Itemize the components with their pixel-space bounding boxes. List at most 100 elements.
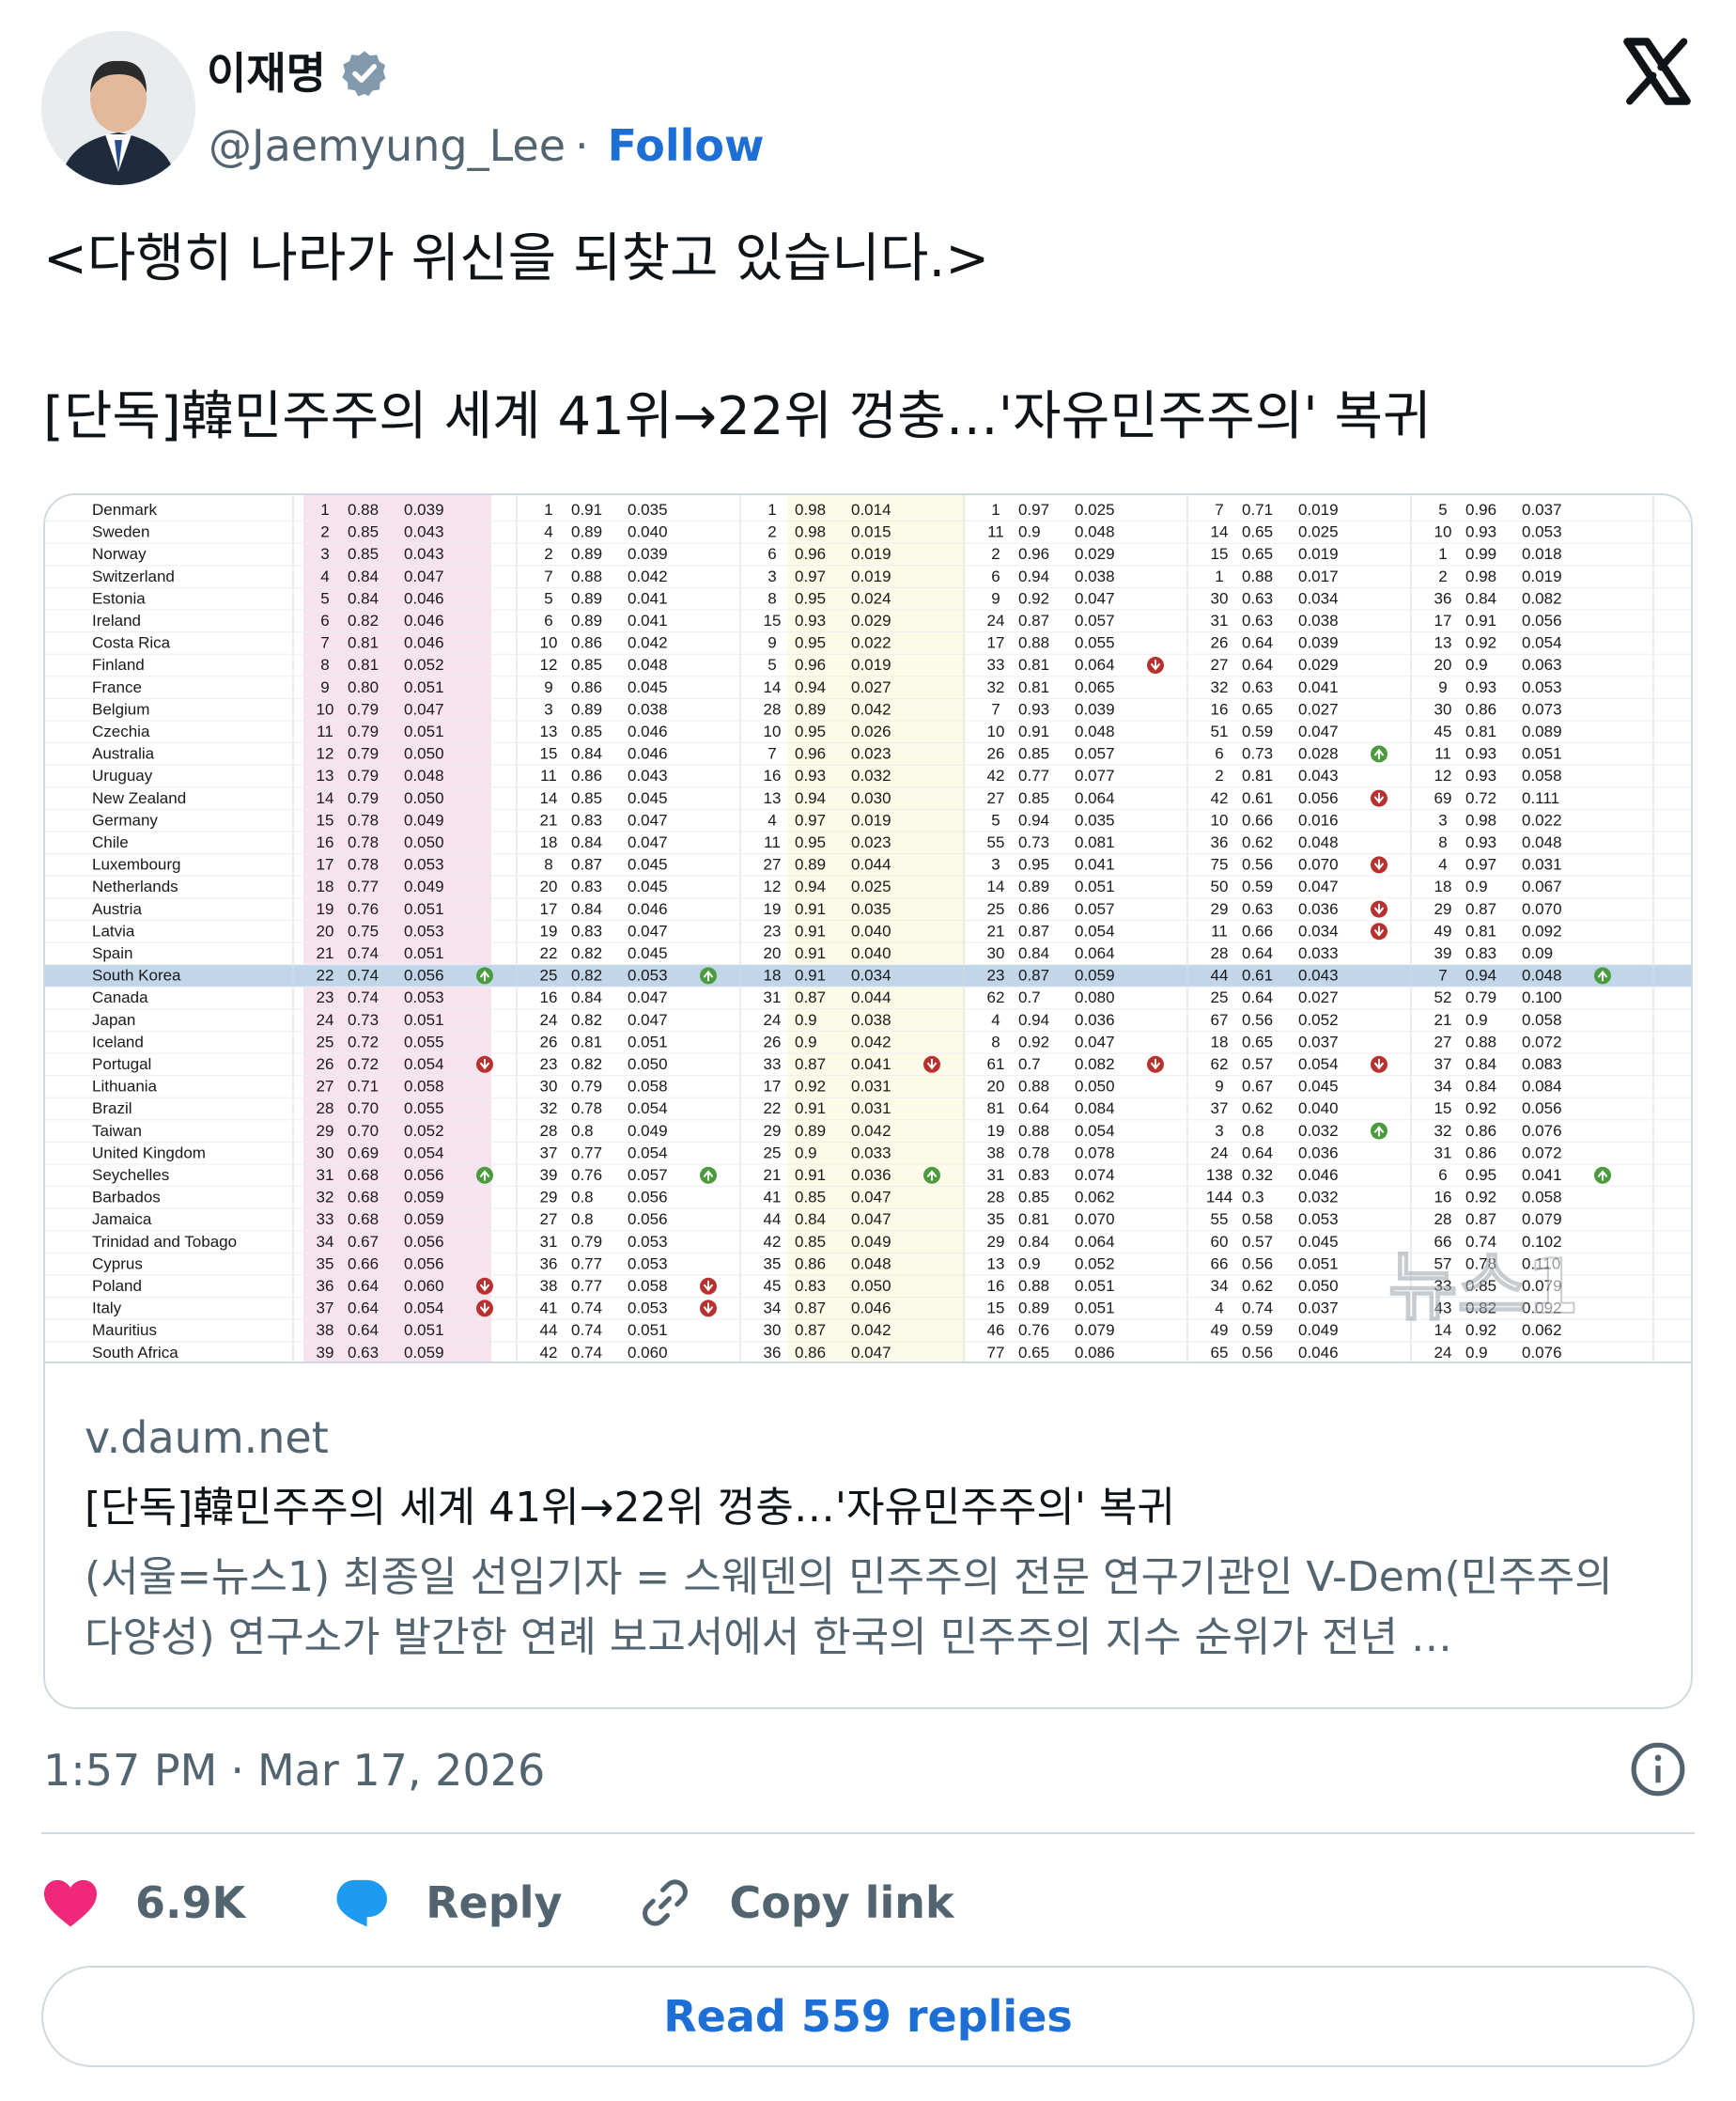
table-cell: 0.041 — [1075, 856, 1115, 874]
table-cell: 0.64 — [1242, 1144, 1273, 1161]
table-cell: 6 — [1215, 745, 1223, 763]
table-cell: 0.073 — [1522, 700, 1562, 718]
table-cell: 34 — [1211, 1277, 1229, 1295]
card-image[interactable]: Denmark 1 0.88 0.039 1 0.91 0.035 1 0.98 0.014 1 0.… — [45, 495, 1691, 1363]
table-cell: 3 — [991, 856, 1000, 874]
info-icon[interactable] — [1629, 1740, 1687, 1798]
table-cell: 5 — [320, 589, 329, 607]
table-cell: 0.022 — [851, 634, 891, 652]
table-cell: 0.047 — [628, 833, 668, 851]
table-cell: 0.64 — [348, 1300, 379, 1317]
table-cell: 0.019 — [1522, 568, 1562, 585]
table-cell: 0.91 — [795, 922, 826, 940]
table-cell: 0.89 — [1018, 878, 1049, 895]
like-button[interactable]: 6.9K — [41, 1876, 332, 1929]
table-cell: 0.063 — [1522, 656, 1562, 674]
country-label: Denmark — [92, 501, 157, 519]
table-cell: 0.86 — [571, 767, 602, 785]
table-cell: 0.051 — [1075, 878, 1115, 895]
table-cell: 0.70 — [348, 1122, 379, 1140]
table-cell: 16 — [987, 1277, 1005, 1295]
table-cell: 1 — [1215, 568, 1223, 585]
table-cell: 0.77 — [1018, 767, 1049, 785]
country-label: Netherlands — [92, 878, 178, 895]
table-cell: 75 — [1211, 856, 1229, 874]
table-cell: 0.019 — [851, 811, 891, 829]
table-cell: 2 — [991, 545, 1000, 563]
table-cell: 0.047 — [628, 988, 668, 1006]
table-cell: 37 — [1211, 1099, 1229, 1117]
country-label: South Korea — [92, 967, 181, 985]
table-cell: 10 — [987, 723, 1005, 740]
table-cell: 0.086 — [1075, 1344, 1115, 1362]
table-cell: 0.051 — [1298, 1254, 1339, 1272]
table-cell: 0.058 — [1522, 767, 1562, 785]
table-cell: 0.93 — [1465, 678, 1496, 696]
author-name[interactable]: 이재명 — [207, 47, 326, 100]
table-cell: 28 — [764, 700, 782, 718]
table-cell: 11 — [1434, 745, 1451, 763]
table-cell: 31 — [317, 1166, 334, 1184]
table-cell: 19 — [540, 922, 558, 940]
table-cell: 8 — [320, 656, 329, 674]
reply-button[interactable]: Reply — [332, 1876, 637, 1929]
table-cell: 0.77 — [571, 1277, 602, 1295]
table-cell: 0.056 — [404, 1254, 444, 1272]
table-cell: 31 — [1211, 612, 1229, 630]
follow-button[interactable]: Follow — [608, 119, 765, 172]
table-cell: 27 — [1211, 656, 1229, 674]
table-cell: 0.032 — [1298, 1189, 1339, 1206]
table-cell: 0.64 — [1242, 634, 1273, 652]
table-cell: 0.053 — [404, 856, 444, 874]
table-cell: 0.91 — [795, 900, 826, 918]
table-cell: 0.043 — [404, 523, 444, 541]
copy-link-label: Copy link — [729, 1877, 954, 1928]
table-cell: 0.038 — [1298, 612, 1339, 630]
x-logo-icon[interactable] — [1621, 36, 1693, 107]
table-cell: 0.9 — [1465, 1344, 1488, 1362]
country-label: Cyprus — [92, 1254, 143, 1272]
table-cell: 0.62 — [1242, 1277, 1273, 1295]
table-cell: 0.039 — [1298, 634, 1339, 652]
table-cell: 0.025 — [851, 878, 891, 895]
read-replies-button[interactable]: Read 559 replies — [41, 1966, 1695, 2067]
table-cell: 32 — [1211, 678, 1229, 696]
table-cell: 0.053 — [628, 967, 668, 985]
avatar[interactable] — [41, 31, 195, 185]
table-cell: 61 — [987, 1055, 1005, 1073]
table-cell: 29 — [1211, 900, 1229, 918]
table-cell: 0.045 — [628, 856, 668, 874]
table-cell: 31 — [987, 1166, 1005, 1184]
table-cell: 20 — [987, 1078, 1005, 1096]
table-cell: 0.86 — [1465, 1122, 1496, 1140]
table-cell: 0.65 — [1242, 700, 1273, 718]
table-cell: 0.024 — [851, 589, 891, 607]
table-cell: 9 — [1215, 1078, 1223, 1096]
table-cell: 0.045 — [628, 678, 668, 696]
author-handle[interactable]: @Jaemyung_Lee — [209, 119, 566, 172]
table-cell: 0.85 — [795, 1233, 826, 1251]
table-cell: 0.051 — [628, 1321, 668, 1339]
table-cell: 0.016 — [1298, 811, 1339, 829]
copy-link-button[interactable]: Copy link — [637, 1875, 954, 1931]
table-cell: 5 — [1438, 501, 1447, 519]
table-cell: 0.89 — [795, 856, 826, 874]
country-label: Barbados — [92, 1189, 161, 1206]
table-cell: 42 — [540, 1344, 558, 1362]
table-cell: 7 — [320, 634, 329, 652]
table-cell: 0.65 — [1242, 1033, 1273, 1050]
table-cell: 0.8 — [571, 1189, 594, 1206]
link-preview-card[interactable]: Denmark 1 0.88 0.039 1 0.91 0.035 1 0.98 0.014 1 0.… — [43, 493, 1693, 1709]
tweet-timestamp[interactable]: 1:57 PM · Mar 17, 2026 — [43, 1744, 545, 1797]
table-cell: 0.049 — [628, 1122, 668, 1140]
table-cell: 0.84 — [571, 988, 602, 1006]
table-cell: 0.052 — [1075, 1254, 1115, 1272]
table-cell: 22 — [317, 967, 334, 985]
table-cell: 5 — [991, 811, 1000, 829]
table-cell: 17 — [317, 856, 334, 874]
table-cell: 0.87 — [795, 1300, 826, 1317]
table-cell: 41 — [540, 1300, 558, 1317]
table-cell: 0.048 — [1522, 967, 1562, 985]
table-cell: 0.92 — [1018, 1033, 1049, 1050]
tweet-text-line-1: <다행히 나라가 위신을 되찾고 있습니다.> — [43, 228, 990, 289]
